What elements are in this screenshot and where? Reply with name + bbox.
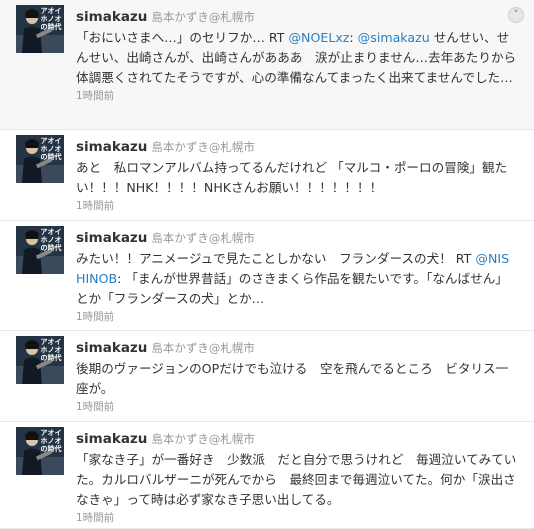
avatar[interactable]: アオイ ホノオ の時代 [16,427,64,475]
tweet-text-segment: 「おにいさまへ…」のセリフか… RT [76,30,289,45]
screen-name-link[interactable]: simakazu [76,230,147,246]
full-name: 島本かずき@札幌市 [151,341,255,355]
tweet-text: みたい！！アニメージュで見たことしかない フランダースの犬！ RT @NISHI… [76,249,517,309]
screen-name-link[interactable]: simakazu [76,431,147,447]
tweet-header: simakazu 島本かずき@札幌市 [76,7,512,26]
full-name: 島本かずき@札幌市 [151,432,255,446]
full-name: 島本かずき@札幌市 [151,140,255,154]
avatar[interactable]: アオイ ホノオ の時代 [16,5,64,53]
tweet-timestamp-link[interactable]: 1時間前 [76,198,512,214]
tweet-text: あと 私ロマンアルバム持ってるんだけれど 「マルコ・ポーロの冒険」観たい！！！N… [76,158,517,198]
screen-name-link[interactable]: simakazu [76,340,147,356]
tweet-timestamp-link[interactable]: 1時間前 [76,88,512,104]
full-name: 島本かずき@札幌市 [151,10,255,24]
tweet-text-segment: あと 私ロマンアルバム持ってるんだけれど 「マルコ・ポーロの冒険」観たい！！！N… [76,160,508,195]
mention-link[interactable]: @simakazu [358,30,430,45]
mention-link[interactable]: @NOELxz [288,30,349,45]
tweet-header: simakazu 島本かずき@札幌市 [76,429,512,448]
tweet-item[interactable]: アオイ ホノオ の時代 simakazu 島本かずき@札幌市みたい！！アニメージュで見た… [0,221,534,331]
avatar-label: アオイ ホノオ の時代 [40,429,62,453]
tweet-content: simakazu 島本かずき@札幌市あと 私ロマンアルバム持ってるんだけれど 「マ… [76,137,512,214]
tweet-text-segment: : 「まんが世界昔話」のさきまくら作品を観たいです。「なんばせん」とか「フランダ… [76,271,508,306]
tweet-content: simakazu 島本かずき@札幌市みたい！！アニメージュで見たことしかない フラ… [76,228,512,325]
tweet-text-segment: : [349,30,358,45]
tweet-header: simakazu 島本かずき@札幌市 [76,137,512,156]
tweet-content: simakazu 島本かずき@札幌市後期のヴァージョンのOPだけでも泣ける 空を飛… [76,338,512,415]
tweet-text: 「おにいさまへ…」のセリフか… RT @NOELxz: @simakazu せん… [76,28,517,88]
tweet-header: simakazu 島本かずき@札幌市 [76,338,512,357]
tweet-timestamp-link[interactable]: 1時間前 [76,399,512,415]
screen-name-link[interactable]: simakazu [76,139,147,155]
chevron-down-icon[interactable]: ˅ [508,7,524,23]
tweet-text: 後期のヴァージョンのOPだけでも泣ける 空を飛んでるところ ビタリス一座が。 [76,359,517,399]
tweet-header: simakazu 島本かずき@札幌市 [76,228,512,247]
tweet-timestamp-link[interactable]: 1時間前 [76,309,512,325]
tweet-timestamp-link[interactable]: 1時間前 [76,510,512,526]
avatar-label: アオイ ホノオ の時代 [40,7,62,31]
tweet-item[interactable]: アオイ ホノオ の時代 simakazu 島本かずき@札幌市「家なき子」が一番好き 少数… [0,422,534,529]
tweet-item[interactable]: アオイ ホノオ の時代 simakazu 島本かずき@札幌市「おにいさまへ…」のセリフか… [0,0,534,130]
avatar[interactable]: アオイ ホノオ の時代 [16,226,64,274]
avatar[interactable]: アオイ ホノオ の時代 [16,135,64,183]
tweet-item[interactable]: アオイ ホノオ の時代 simakazu 島本かずき@札幌市後期のヴァージョンのOPだけ… [0,331,534,422]
tweet-text: 「家なき子」が一番好き 少数派 だと自分で思うけれど 毎週泣いてみていた。カルロ… [76,450,517,510]
tweet-text-segment: 後期のヴァージョンのOPだけでも泣ける 空を飛んでるところ ビタリス一座が。 [76,361,509,396]
avatar-label: アオイ ホノオ の時代 [40,338,62,362]
tweet-content: simakazu 島本かずき@札幌市「おにいさまへ…」のセリフか… RT @NOE… [76,7,516,104]
screen-name-link[interactable]: simakazu [76,9,147,25]
avatar[interactable]: アオイ ホノオ の時代 [16,336,64,384]
tweet-text-segment: 「家なき子」が一番好き 少数派 だと自分で思うけれど 毎週泣いてみていた。カルロ… [76,452,517,507]
avatar-label: アオイ ホノオ の時代 [40,137,62,161]
tweet-content: simakazu 島本かずき@札幌市「家なき子」が一番好き 少数派 だと自分で思う… [76,429,516,526]
avatar-label: アオイ ホノオ の時代 [40,228,62,252]
tweet-item[interactable]: アオイ ホノオ の時代 simakazu 島本かずき@札幌市あと 私ロマンアルバム持って… [0,130,534,221]
tweet-text-segment: みたい！！アニメージュで見たことしかない フランダースの犬！ RT [76,251,476,266]
full-name: 島本かずき@札幌市 [151,231,255,245]
